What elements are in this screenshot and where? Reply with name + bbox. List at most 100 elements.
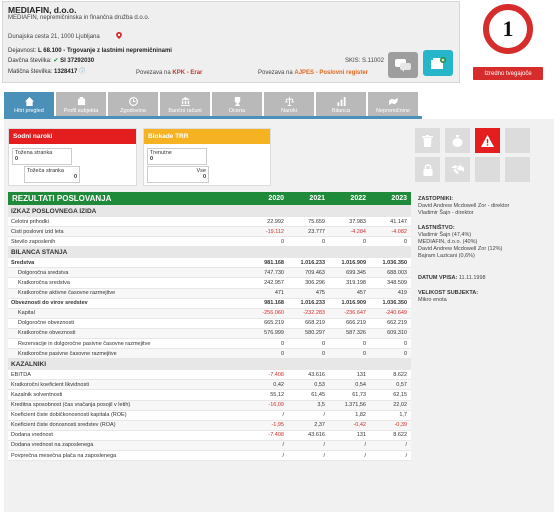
reg-label: Matična številka:	[8, 69, 53, 75]
table-cell: 0	[403, 340, 407, 347]
company-name: MEDIAFIN, d.o.o.	[8, 5, 77, 15]
table-cell: 0	[321, 350, 325, 357]
table-cell: 1.016.909	[341, 259, 366, 266]
table-cell: 1.036.350	[382, 300, 407, 307]
row-label: Kratkoročne aktivne časovne razmejitve	[18, 290, 116, 297]
tab-hearings[interactable]: Naroki	[264, 92, 314, 116]
kpk-link[interactable]: Povezava na KPK - Erar	[136, 70, 202, 76]
table-cell: -4.284	[350, 228, 366, 235]
table-section-header: BILANCA STANJA	[8, 247, 411, 259]
risk-score-circle: 1	[483, 4, 533, 54]
representative-item: David Andrew Mcdowell Zor - direktor	[418, 203, 510, 209]
trr-current-field: Trenutne 0	[147, 148, 207, 165]
table-cell: 55,12	[270, 391, 284, 398]
table-cell: /	[364, 442, 366, 449]
owner-item: David Andrew Mcdowell Zor (12%)	[418, 246, 503, 252]
kpk-link-text[interactable]: KPK - Erar	[172, 70, 202, 76]
ownership-block: LASTNIŠTVO: Vladimir Šajn (47,4%) MEDIAF…	[418, 225, 502, 260]
info-icon[interactable]: ⓘ	[79, 69, 85, 75]
add-to-list-icon	[431, 56, 446, 69]
table-cell: 475	[315, 290, 325, 297]
table-cell: 8.622	[393, 371, 407, 378]
risk-score-button[interactable]: Izredno tvegajoče	[473, 67, 543, 80]
representatives-label: ZASTOPNIKI:	[418, 196, 454, 202]
ajpes-prefix: Povezava na	[258, 70, 293, 76]
row-label: Povprečna mesečna plača na zaposlenega	[11, 452, 117, 459]
trr-blocks-box[interactable]: Blokade TRR Trenutne 0 Vse 0	[143, 128, 271, 186]
table-cell: -7.408	[268, 432, 284, 439]
table-row: Kratkoročne pasivne časovne razmejitve 0 0…	[8, 349, 411, 360]
table-title: REZULTATI POSLOVANJA	[12, 194, 112, 203]
table-cell: 2,37	[314, 422, 325, 429]
partnership-status[interactable]	[445, 157, 470, 182]
bankruptcy-status[interactable]	[415, 128, 440, 153]
row-label: Celotni prihodki	[11, 218, 49, 225]
trr-all-value: 0	[202, 174, 206, 180]
tab-history[interactable]: Zgodovina	[108, 92, 158, 116]
table-cell: /	[405, 442, 407, 449]
tab-bank-accounts[interactable]: Bančni računi	[160, 92, 210, 116]
defendant-label: Tožena stranka	[15, 150, 53, 156]
tab-balance[interactable]: Bilanca	[316, 92, 366, 116]
table-cell: 709.463	[305, 269, 325, 276]
defendant-field: Tožena stranka 0	[12, 148, 72, 165]
row-label: Koeficient čiste donosnosti sredstev (RO…	[11, 422, 116, 429]
row-label: Kratkoročni koeficient likvidnosti	[11, 381, 89, 388]
warning-icon	[481, 134, 494, 147]
table-cell: -4.082	[391, 228, 407, 235]
table-cell: /	[323, 452, 325, 459]
table-cell: 662.219	[387, 320, 407, 327]
table-row: Kratkoročne obveznosti 576.999 580.297 587.…	[8, 328, 411, 340]
table-row: Dolgoročne obveznosti 665.219 668.219 666.2…	[8, 318, 411, 329]
row-label: Čisti poslovni izid leta	[11, 228, 64, 235]
tab-real-estate[interactable]: Nepremičnine	[368, 92, 418, 116]
table-row: Koeficient čiste dobičkonosnosti kapital…	[8, 410, 411, 421]
registration-date-value: 11.11.1998	[458, 275, 486, 281]
row-label: EBITDA	[11, 371, 31, 378]
table-cell: 981.168	[264, 300, 284, 307]
scales-icon	[284, 97, 294, 106]
skis-code: SKIS: S.11002	[345, 58, 384, 64]
warning-status[interactable]	[475, 128, 500, 153]
table-cell: 23.777	[308, 228, 325, 235]
table-cell: 747.730	[264, 269, 284, 276]
trr-current-label: Trenutne	[150, 150, 172, 156]
table-cell: /	[323, 412, 325, 419]
section-label: IZKAZ POSLOVNEGA IZIDA	[11, 207, 97, 215]
table-cell: /	[282, 412, 284, 419]
ajpes-link[interactable]: Povezava na AJPES - Poslovni register	[258, 70, 368, 76]
add-to-list-button[interactable]	[423, 50, 453, 76]
map-pin-icon[interactable]	[116, 32, 122, 39]
debt-status[interactable]	[445, 128, 470, 153]
tab-label: Hitri pregled	[14, 108, 44, 114]
tab-rating[interactable]: Ocena	[212, 92, 262, 116]
row-label: Dodana vrednost	[11, 432, 53, 439]
table-row: Dodana vrednost na zaposlenega / / / /	[8, 440, 411, 451]
activity-label: Dejavnost:	[8, 48, 37, 54]
table-cell: 0	[280, 350, 284, 357]
year-col-header: 2022	[350, 195, 366, 202]
row-label: Kapital	[18, 310, 35, 317]
company-address: Dunajska cesta 21, 1000 Ljubljana	[8, 34, 100, 40]
section-label: KAZALNIKI	[11, 360, 47, 368]
reg-line: Matična številka: 1328417 ⓘ	[8, 66, 85, 75]
company-full-name: MEDIAFIN, nepremičninska in finančna dru…	[8, 15, 150, 21]
table-row: Obveznosti do virov sredstev 981.168 1.016…	[8, 298, 411, 309]
table-cell: 1,7	[399, 412, 407, 419]
chat-button[interactable]	[388, 52, 418, 78]
tab-quick-overview[interactable]: Hitri pregled	[4, 92, 54, 116]
table-row: EBITDA -7.408 43.616 131 8.622	[8, 370, 411, 381]
table-cell: -7.408	[268, 371, 284, 378]
court-hearings-box[interactable]: Sodni naroki Tožena stranka 0 Tožeča str…	[8, 128, 137, 186]
clock-icon	[128, 97, 138, 106]
tab-profile[interactable]: Profil subjekta	[56, 92, 106, 116]
ajpes-link-text[interactable]: AJPES - Poslovni register	[294, 70, 368, 76]
table-cell: /	[282, 442, 284, 449]
money-bag-icon	[452, 134, 463, 147]
lock-status[interactable]	[415, 157, 440, 182]
defendant-value: 0	[15, 156, 19, 162]
table-row: Koeficient čiste donosnosti sredstev (RO…	[8, 420, 411, 431]
section-label: BILANCA STANJA	[11, 248, 68, 256]
court-hearings-title: Sodni naroki	[9, 129, 136, 144]
table-cell: 37.983	[349, 218, 366, 225]
